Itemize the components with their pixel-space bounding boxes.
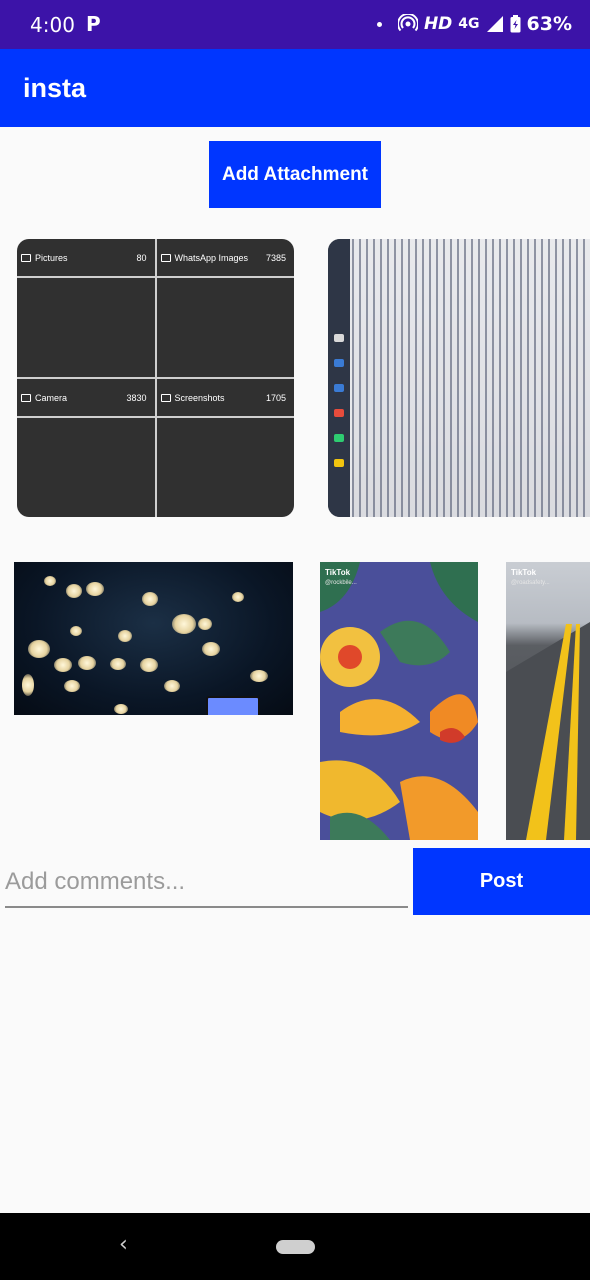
status-time: 4:00 — [30, 13, 75, 37]
phone-screen-image — [206, 696, 260, 715]
folder-icon — [21, 393, 31, 402]
post-button[interactable]: Post — [413, 848, 590, 915]
battery-icon — [510, 15, 521, 33]
folder-screenshots[interactable]: Screenshots 1705 — [156, 379, 294, 517]
tiktok-watermark: TikTok — [511, 568, 537, 577]
status-bar: 4:00 P HD 4G 63% — [0, 0, 590, 49]
network-type: 4G — [458, 16, 480, 32]
battery-percent: 63% — [526, 13, 572, 35]
hd-label: HD — [423, 14, 453, 34]
folder-icon — [160, 253, 171, 262]
tiktok-watermark: TikTok — [325, 568, 351, 577]
back-icon[interactable]: ‹ — [119, 1232, 128, 1257]
signal-icon — [486, 16, 503, 32]
gallery-folders-tile[interactable]: Pictures 80 WhatsApp Images 7385 Camera … — [17, 239, 294, 517]
folder-icon — [21, 253, 31, 262]
notification-dot-icon — [376, 21, 382, 27]
code-text-image — [352, 239, 590, 517]
folder-name: Screenshots — [174, 392, 225, 403]
folder-count: 1705 — [265, 392, 286, 403]
folder-count: 80 — [136, 252, 147, 263]
app-title: insta — [23, 73, 87, 103]
app-notification-icon: P — [86, 12, 101, 36]
comment-input[interactable] — [5, 858, 408, 908]
folder-name: Camera — [35, 392, 68, 403]
status-icons: HD 4G 63% — [376, 13, 572, 35]
folder-count: 3830 — [126, 392, 147, 403]
video-thumbnail-road[interactable]: TikTok @roadsafety... — [506, 562, 590, 840]
folder-count: 7385 — [265, 252, 286, 263]
taskbar-image — [328, 239, 350, 517]
tiktok-handle: @rockbile... — [325, 580, 357, 586]
app-bar: insta — [0, 49, 590, 127]
road-image — [506, 622, 590, 840]
tiktok-handle: @roadsafety... — [511, 580, 550, 586]
hotspot-icon — [397, 14, 418, 32]
video-thumbnail-carpet[interactable]: TikTok @rockbile... — [320, 562, 478, 840]
system-nav-bar: ‹ — [0, 1213, 590, 1280]
folder-camera[interactable]: Camera 3830 — [17, 379, 155, 517]
photo-thumbnail-screen[interactable] — [328, 239, 590, 517]
folder-name: WhatsApp Images — [174, 252, 249, 263]
folder-icon — [160, 393, 171, 402]
folder-pictures[interactable]: Pictures 80 — [17, 239, 155, 377]
carpet-pattern-image — [320, 562, 478, 840]
home-pill-icon[interactable] — [276, 1240, 315, 1254]
folder-name: Pictures — [35, 252, 68, 263]
photo-thumbnail-jellyfish[interactable] — [14, 562, 293, 715]
add-attachment-button[interactable]: Add Attachment — [209, 141, 381, 208]
folder-whatsapp-images[interactable]: WhatsApp Images 7385 — [156, 239, 294, 377]
